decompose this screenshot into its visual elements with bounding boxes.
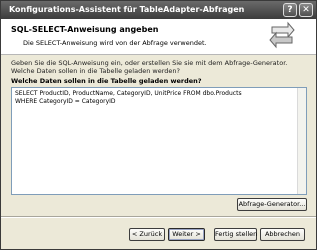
next-button[interactable]: Weiter >: [168, 228, 205, 241]
query-builder-button[interactable]: Abfrage-Generator...: [237, 198, 307, 211]
window-title: Konfigurations-Assistent für TableAdapte…: [9, 5, 245, 14]
vertical-scrollbar[interactable]: [297, 88, 306, 194]
help-button[interactable]: ?: [283, 3, 297, 17]
cancel-button[interactable]: Abbrechen: [260, 228, 305, 241]
sql-statement-textarea[interactable]: SELECT ProductID, ProductName, CategoryI…: [11, 87, 307, 195]
page-title: SQL-SELECT-Anweisung angeben: [11, 25, 159, 34]
footer-divider: [1, 216, 316, 218]
title-bar: Konfigurations-Assistent für TableAdapte…: [1, 1, 316, 19]
page-subtitle: Die SELECT-Anweisung wird von der Abfrag…: [23, 39, 207, 47]
wizard-arrows-icon: [269, 21, 295, 49]
wizard-header: SQL-SELECT-Anweisung angeben Die SELECT-…: [1, 19, 316, 55]
description-text: Geben Sie die SQL-Anweisung ein, oder er…: [11, 59, 288, 75]
close-button[interactable]: ✕: [299, 3, 313, 17]
wizard-window: Konfigurations-Assistent für TableAdapte…: [0, 0, 317, 250]
back-button[interactable]: < Zurück: [129, 228, 165, 241]
sql-line: SELECT ProductID, ProductName, CategoryI…: [15, 90, 242, 97]
query-label: Welche Daten sollen in die Tabelle gelad…: [11, 77, 202, 85]
sql-line: WHERE CategoryID = CategoryID: [15, 97, 116, 105]
finish-button[interactable]: Fertig stellen: [214, 228, 257, 241]
